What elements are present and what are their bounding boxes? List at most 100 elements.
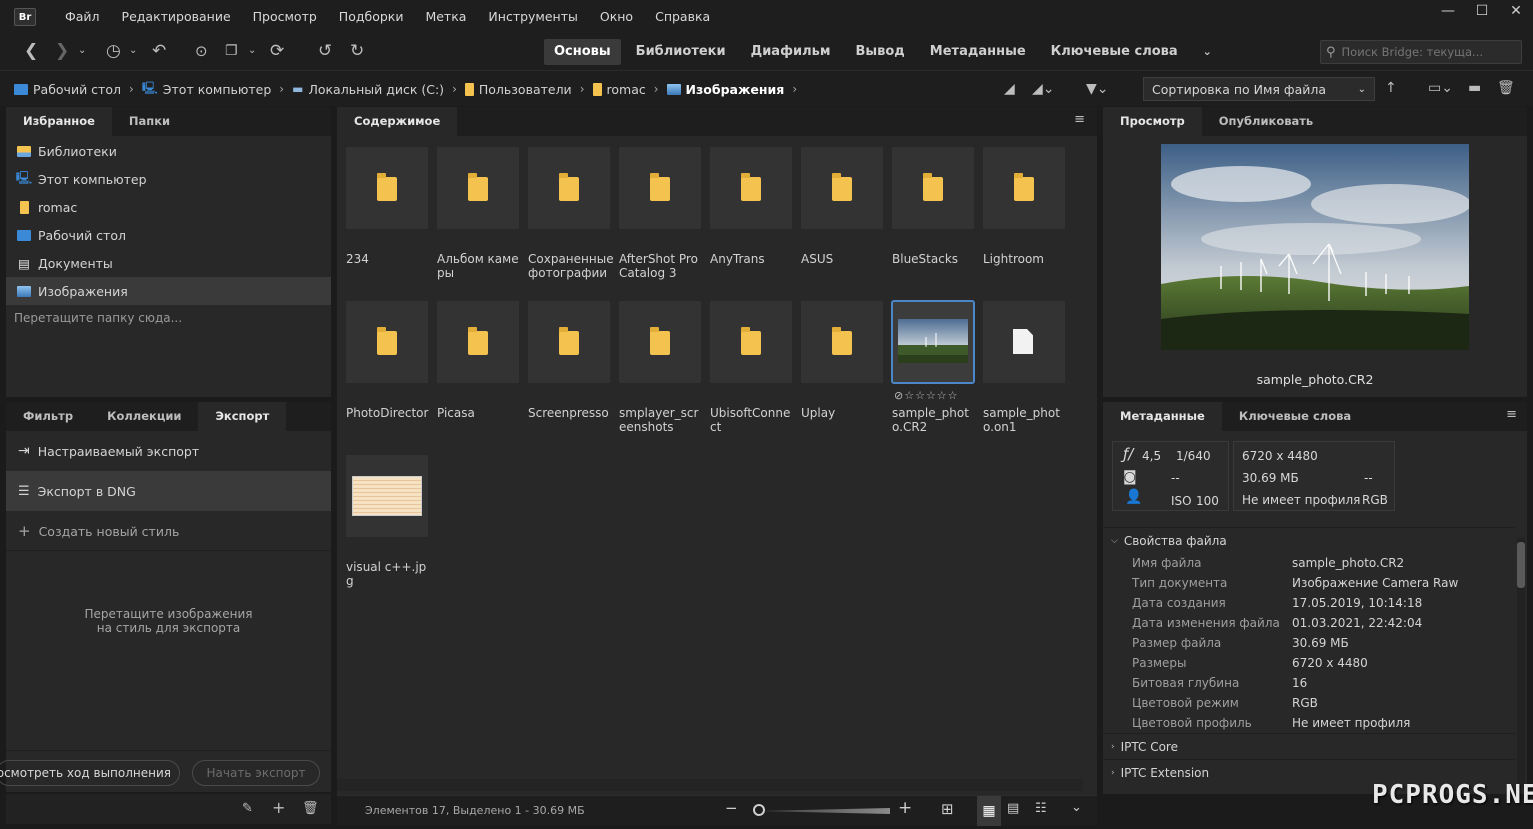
section-iptc-core[interactable]: › IPTC Core: [1103, 733, 1515, 759]
chevron-right-icon[interactable]: ›: [580, 82, 585, 96]
tab-export[interactable]: Экспорт: [198, 402, 287, 431]
preview-image[interactable]: [1161, 144, 1469, 350]
workspace-libraries[interactable]: Библиотеки: [626, 39, 736, 65]
chevron-right-icon[interactable]: ›: [129, 82, 134, 96]
thumbnail-size-slider[interactable]: [755, 808, 890, 814]
trash-icon[interactable]: 🗑: [302, 798, 319, 820]
sort-dropdown[interactable]: Сортировка по Имя файла ⌄: [1143, 77, 1375, 101]
quality-menu-icon[interactable]: ◢⌄: [1032, 78, 1055, 100]
favorite-item-computer[interactable]: 🖳 Этот компьютер: [6, 165, 331, 193]
scrollbar-thumb[interactable]: [1517, 542, 1525, 588]
thumbnail-folder[interactable]: [892, 147, 974, 229]
favorite-item-romac[interactable]: romac: [6, 193, 331, 221]
back-icon[interactable]: ❮: [24, 40, 38, 62]
favorite-item-libraries[interactable]: Библиотеки: [6, 137, 331, 165]
thumbnail-folder[interactable]: [619, 147, 701, 229]
menu-label[interactable]: Метка: [414, 0, 477, 34]
breadcrumb-item[interactable]: 🖳 Этот компьютер: [142, 79, 272, 100]
tab-keywords[interactable]: Ключевые слова: [1222, 402, 1368, 431]
tab-preview[interactable]: Просмотр: [1103, 107, 1202, 136]
menu-stacks[interactable]: Подборки: [328, 0, 415, 34]
quality-icon[interactable]: ◢: [1004, 78, 1015, 100]
chevron-down-icon[interactable]: ⌄: [1193, 39, 1222, 65]
trash-icon[interactable]: 🗑: [1497, 77, 1515, 99]
favorite-item-desktop[interactable]: Рабочий стол: [6, 221, 331, 249]
chevron-right-icon[interactable]: ›: [279, 82, 284, 96]
horizontal-scrollbar[interactable]: [337, 779, 1083, 791]
thumbnail-folder[interactable]: [437, 147, 519, 229]
menu-help[interactable]: Справка: [644, 0, 721, 34]
thumbnail-folder[interactable]: [619, 301, 701, 383]
boomerang-icon[interactable]: ↶: [152, 40, 166, 62]
filter-icon[interactable]: ▼⌄: [1086, 78, 1109, 100]
menu-tools[interactable]: Инструменты: [477, 0, 588, 34]
zoom-in-icon[interactable]: +: [898, 798, 912, 818]
menu-window[interactable]: Окно: [589, 0, 644, 34]
thumbnail-folder[interactable]: [710, 147, 792, 229]
edit-icon[interactable]: ✎: [242, 798, 253, 820]
tab-publish[interactable]: Опубликовать: [1202, 107, 1330, 136]
tab-metadata[interactable]: Метаданные: [1103, 402, 1222, 431]
thumbnail-folder[interactable]: [437, 301, 519, 383]
thumbnail-folder[interactable]: [346, 301, 428, 383]
chevron-right-icon[interactable]: ›: [452, 82, 457, 96]
workspace-essentials[interactable]: Основы: [544, 39, 621, 65]
thumbnail-folder[interactable]: [528, 301, 610, 383]
workspace-filmstrip[interactable]: Диафильм: [741, 39, 841, 65]
workspace-keywords[interactable]: Ключевые слова: [1041, 39, 1188, 65]
thumbnail-folder[interactable]: [346, 147, 428, 229]
search-input[interactable]: [1341, 45, 1507, 59]
tab-folders[interactable]: Папки: [112, 107, 187, 136]
chevron-down-icon[interactable]: ⌄: [78, 40, 86, 62]
section-file-properties[interactable]: ⌵ Свойства файла: [1103, 527, 1515, 553]
thumbnail-folder[interactable]: [710, 301, 792, 383]
slider-handle[interactable]: [753, 804, 765, 816]
thumbnail-view-icon[interactable]: ▦: [977, 796, 1001, 826]
thumbnail-file[interactable]: [983, 301, 1065, 383]
camera-icon[interactable]: ⊙: [195, 40, 208, 62]
forward-icon[interactable]: ❯: [55, 40, 69, 62]
rating-stars[interactable]: ⊘☆☆☆☆☆: [894, 389, 959, 402]
panel-menu-icon[interactable]: ≡: [1074, 112, 1085, 127]
breadcrumb-item[interactable]: Пользователи: [464, 82, 572, 97]
workspace-output[interactable]: Вывод: [845, 39, 914, 65]
thumbnail-folder[interactable]: [983, 147, 1065, 229]
chevron-right-icon[interactable]: ›: [792, 82, 797, 96]
grid-lock-icon[interactable]: ⊞: [941, 800, 954, 818]
vertical-scrollbar[interactable]: [1517, 538, 1525, 788]
thumbnail-folder[interactable]: [801, 147, 883, 229]
thumbnail-photo-selected[interactable]: [891, 300, 975, 384]
search-icon[interactable]: ⚲: [1326, 45, 1336, 60]
recent-icon[interactable]: ◷: [106, 40, 121, 62]
view-progress-button[interactable]: осмотреть ход выполнения: [0, 760, 180, 786]
tab-collections[interactable]: Коллекции: [90, 402, 198, 431]
plus-icon[interactable]: +: [272, 797, 285, 819]
export-dng-item[interactable]: ☰ Экспорт в DNG: [6, 471, 331, 511]
open-recent-icon[interactable]: ▭⌄: [1428, 77, 1453, 99]
rotate-left-icon[interactable]: ↺: [318, 40, 332, 62]
menu-view[interactable]: Просмотр: [242, 0, 328, 34]
breadcrumb-item[interactable]: Рабочий стол: [14, 82, 121, 97]
thumbnail-image[interactable]: [346, 455, 428, 537]
search-box[interactable]: ⚲: [1320, 40, 1522, 64]
close-button[interactable]: ✕: [1499, 0, 1533, 24]
panel-menu-icon[interactable]: ≡: [1506, 407, 1517, 422]
menu-edit[interactable]: Редактирование: [111, 0, 242, 34]
thumbnail-folder[interactable]: [528, 147, 610, 229]
tab-favorites[interactable]: Избранное: [6, 107, 112, 136]
favorite-item-pictures[interactable]: Изображения: [6, 277, 331, 305]
custom-export-item[interactable]: ⇥ Настраиваемый экспорт: [6, 431, 331, 471]
tab-filter[interactable]: Фильтр: [6, 402, 90, 431]
refine-icon[interactable]: ⟳: [270, 40, 284, 62]
chevron-right-icon[interactable]: ›: [654, 82, 659, 96]
thumbnail-folder[interactable]: [801, 301, 883, 383]
minimize-button[interactable]: —: [1431, 0, 1465, 24]
breadcrumb-item[interactable]: Изображения: [666, 82, 784, 97]
menu-file[interactable]: Файл: [54, 0, 111, 34]
tab-content[interactable]: Содержимое: [337, 107, 458, 136]
sort-ascending-icon[interactable]: ↑: [1385, 77, 1397, 99]
zoom-out-icon[interactable]: −: [725, 799, 738, 817]
start-export-button[interactable]: Начать экспорт: [192, 760, 320, 786]
maximize-button[interactable]: ☐: [1465, 0, 1499, 24]
chevron-down-icon[interactable]: ⌄: [129, 40, 137, 62]
